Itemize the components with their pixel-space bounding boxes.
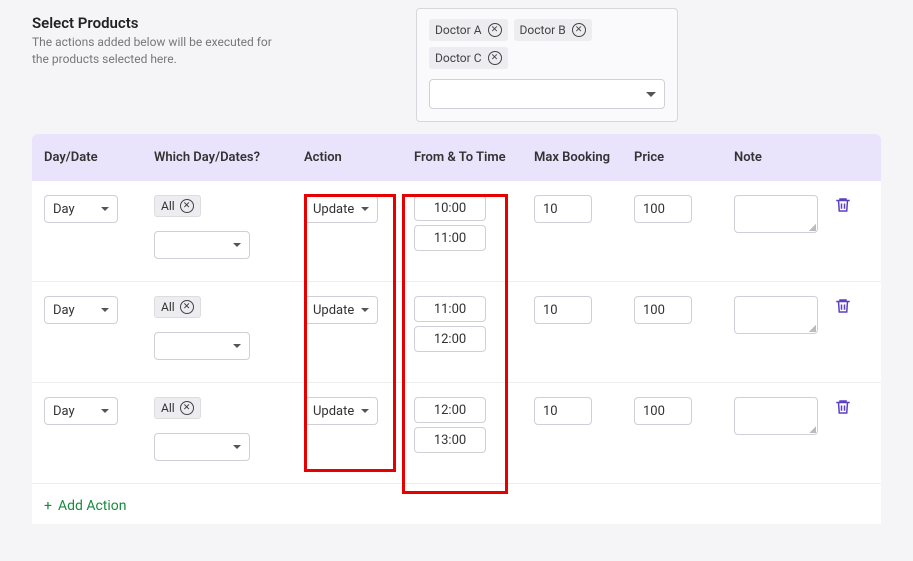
col-header-daydate: Day/Date	[44, 150, 154, 165]
chevron-down-icon	[233, 344, 241, 348]
note-textarea[interactable]	[734, 397, 818, 435]
delete-row-button[interactable]	[834, 397, 852, 417]
action-value: Update	[313, 404, 354, 419]
daydate-dropdown[interactable]: Day	[44, 397, 118, 425]
which-tag-label: All	[161, 199, 175, 213]
chevron-down-icon	[101, 409, 109, 413]
trash-icon	[834, 296, 852, 316]
action-value: Update	[313, 202, 354, 217]
to-time-value: 11:00	[434, 231, 466, 246]
price-value: 100	[643, 404, 665, 419]
to-time-input[interactable]: 11:00	[414, 225, 486, 251]
trash-icon	[834, 397, 852, 417]
which-tag-all: All ✕	[154, 195, 201, 217]
action-dropdown[interactable]: Update	[304, 195, 378, 223]
from-time-input[interactable]: 12:00	[414, 397, 486, 423]
from-time-input[interactable]: 11:00	[414, 296, 486, 322]
add-action-label: Add Action	[58, 498, 127, 514]
chip-remove-icon[interactable]: ✕	[572, 23, 586, 37]
chip-remove-icon[interactable]: ✕	[180, 401, 194, 415]
chip-remove-icon[interactable]: ✕	[180, 199, 194, 213]
trash-icon	[834, 195, 852, 215]
which-dropdown[interactable]	[154, 332, 250, 360]
from-time-value: 10:00	[434, 201, 466, 216]
product-chip-doctor-b: Doctor B ✕	[514, 19, 592, 41]
add-action-button[interactable]: + Add Action	[32, 484, 139, 524]
max-booking-value: 10	[543, 303, 558, 318]
col-header-price: Price	[634, 150, 734, 165]
chevron-down-icon	[101, 308, 109, 312]
daydate-value: Day	[53, 202, 75, 217]
delete-row-button[interactable]	[834, 296, 852, 316]
table-header: Day/Date Which Day/Dates? Action From & …	[32, 134, 881, 181]
which-tag-label: All	[161, 401, 175, 415]
col-header-action: Action	[304, 150, 414, 165]
price-value: 100	[643, 303, 665, 318]
action-dropdown[interactable]: Update	[304, 397, 378, 425]
select-products-title: Select Products	[32, 14, 396, 32]
chevron-down-icon	[361, 207, 369, 211]
from-time-value: 11:00	[434, 302, 466, 317]
table-row: Day All ✕ Update 10:00	[32, 181, 881, 282]
col-header-max: Max Booking	[534, 150, 634, 165]
chevron-down-icon	[233, 445, 241, 449]
action-dropdown[interactable]: Update	[304, 296, 378, 324]
chevron-down-icon	[646, 92, 656, 97]
product-chip-doctor-c: Doctor C ✕	[429, 47, 508, 69]
max-booking-input[interactable]: 10	[534, 397, 592, 425]
col-header-time: From & To Time	[414, 150, 534, 165]
which-tag-all: All ✕	[154, 397, 201, 419]
daydate-dropdown[interactable]: Day	[44, 296, 118, 324]
max-booking-input[interactable]: 10	[534, 296, 592, 324]
to-time-input[interactable]: 13:00	[414, 427, 486, 453]
product-chip-doctor-a: Doctor A ✕	[429, 19, 508, 41]
products-selector-box: Doctor A ✕ Doctor B ✕ Doctor C ✕	[416, 8, 678, 122]
daydate-value: Day	[53, 404, 75, 419]
plus-icon: +	[44, 498, 52, 514]
products-dropdown[interactable]	[429, 79, 665, 109]
chip-remove-icon[interactable]: ✕	[180, 300, 194, 314]
chip-remove-icon[interactable]: ✕	[488, 51, 502, 65]
which-dropdown[interactable]	[154, 433, 250, 461]
to-time-value: 12:00	[434, 332, 466, 347]
delete-row-button[interactable]	[834, 195, 852, 215]
max-booking-value: 10	[543, 202, 558, 217]
chip-label: Doctor C	[435, 51, 482, 65]
col-header-which: Which Day/Dates?	[154, 150, 304, 165]
chevron-down-icon	[361, 308, 369, 312]
from-time-input[interactable]: 10:00	[414, 195, 486, 221]
chip-remove-icon[interactable]: ✕	[488, 23, 502, 37]
chip-label: Doctor B	[520, 23, 566, 37]
chip-label: Doctor A	[435, 23, 482, 37]
price-value: 100	[643, 202, 665, 217]
from-time-value: 12:00	[434, 403, 466, 418]
actions-table: Day/Date Which Day/Dates? Action From & …	[32, 134, 881, 524]
max-booking-input[interactable]: 10	[534, 195, 592, 223]
price-input[interactable]: 100	[634, 397, 692, 425]
daydate-dropdown[interactable]: Day	[44, 195, 118, 223]
chevron-down-icon	[101, 207, 109, 211]
select-products-subtitle: The actions added below will be executed…	[32, 34, 282, 68]
daydate-value: Day	[53, 303, 75, 318]
price-input[interactable]: 100	[634, 195, 692, 223]
action-value: Update	[313, 303, 354, 318]
which-dropdown[interactable]	[154, 231, 250, 259]
table-row: Day All ✕ Update 12:00	[32, 383, 881, 484]
chevron-down-icon	[233, 243, 241, 247]
table-row: Day All ✕ Update 11:00	[32, 282, 881, 383]
max-booking-value: 10	[543, 404, 558, 419]
which-tag-all: All ✕	[154, 296, 201, 318]
col-header-note: Note	[734, 150, 834, 165]
price-input[interactable]: 100	[634, 296, 692, 324]
to-time-input[interactable]: 12:00	[414, 326, 486, 352]
which-tag-label: All	[161, 300, 175, 314]
chevron-down-icon	[361, 409, 369, 413]
note-textarea[interactable]	[734, 296, 818, 334]
note-textarea[interactable]	[734, 195, 818, 233]
to-time-value: 13:00	[434, 433, 466, 448]
